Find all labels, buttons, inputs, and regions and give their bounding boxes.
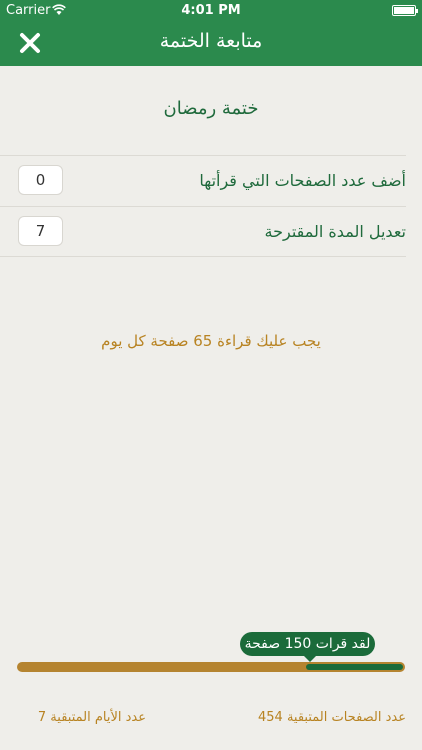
pages-read-input[interactable]: 0 — [18, 165, 63, 195]
daily-pages-advice: يجب عليك قراءة 65 صفحة كل يوم — [101, 332, 321, 350]
page-title: متابعة الختمة — [159, 30, 263, 52]
remaining-pages-value: 454 — [257, 710, 283, 725]
khatma-name: ختمة رمضان — [163, 98, 259, 119]
remaining-days-stat: عدد الأيام المتبقية 7 — [38, 710, 146, 725]
remaining-pages-stat: عدد الصفحات المتبقية 454 — [258, 710, 406, 725]
remaining-days-label: عدد الأيام المتبقية — [50, 710, 146, 725]
nav-bar: متابعة الختمة — [0, 22, 422, 66]
status-bar: Carrier 4:01 PM — [0, 0, 422, 22]
battery-icon — [392, 5, 418, 16]
pages-read-tooltip: لقد قرات 150 صفحة — [240, 632, 375, 662]
divider — [0, 206, 406, 207]
clock: 4:01 PM — [181, 3, 241, 18]
add-pages-label: أضف عدد الصفحات التي قرأتها — [199, 171, 406, 190]
progress-fill — [306, 664, 403, 670]
remaining-days-value: 7 — [37, 710, 47, 725]
duration-input[interactable]: 7 — [18, 216, 63, 246]
adjust-duration-label: تعديل المدة المقترحة — [264, 222, 406, 241]
remaining-pages-label: عدد الصفحات المتبقية — [286, 710, 406, 725]
divider — [0, 256, 406, 257]
progress-bar — [17, 662, 405, 672]
divider — [0, 155, 406, 156]
